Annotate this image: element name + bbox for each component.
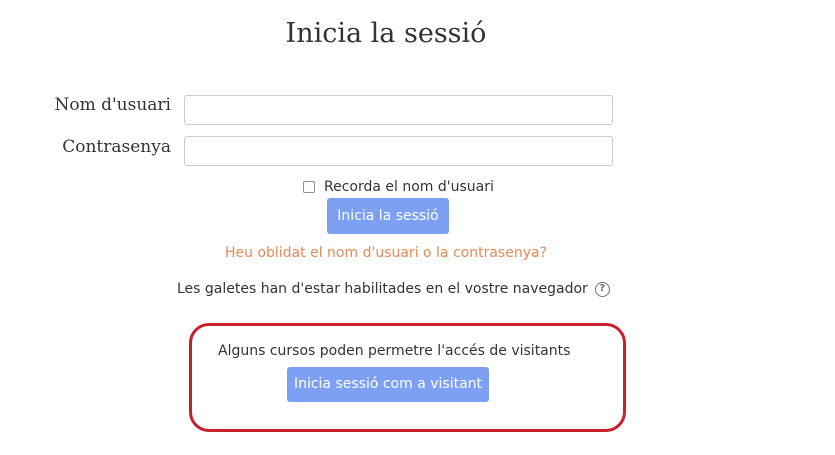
login-button[interactable]: Inicia la sessió	[327, 198, 449, 234]
remember-username-row[interactable]: Recorda el nom d'usuari	[303, 178, 494, 196]
password-label: Contrasenya	[62, 137, 171, 157]
guest-access-notice: Alguns cursos poden permetre l'accés de …	[218, 343, 571, 359]
cookies-notice-text: Les galetes han d'estar habilitades en e…	[177, 281, 588, 297]
guest-login-button[interactable]: Inicia sessió com a visitant	[287, 367, 489, 402]
forgot-credentials-link[interactable]: Heu oblidat el nom d'usuari o la contras…	[0, 245, 772, 261]
page-title: Inicia la sessió	[285, 18, 487, 49]
remember-username-label[interactable]: Recorda el nom d'usuari	[324, 179, 494, 195]
username-label: Nom d'usuari	[54, 95, 171, 115]
question-circle-icon[interactable]: ?	[594, 281, 610, 297]
remember-username-checkbox[interactable]	[303, 181, 315, 193]
username-input[interactable]	[184, 95, 613, 125]
password-input[interactable]	[184, 136, 613, 166]
cookies-notice-row: Les galetes han d'estar habilitades en e…	[177, 279, 610, 299]
